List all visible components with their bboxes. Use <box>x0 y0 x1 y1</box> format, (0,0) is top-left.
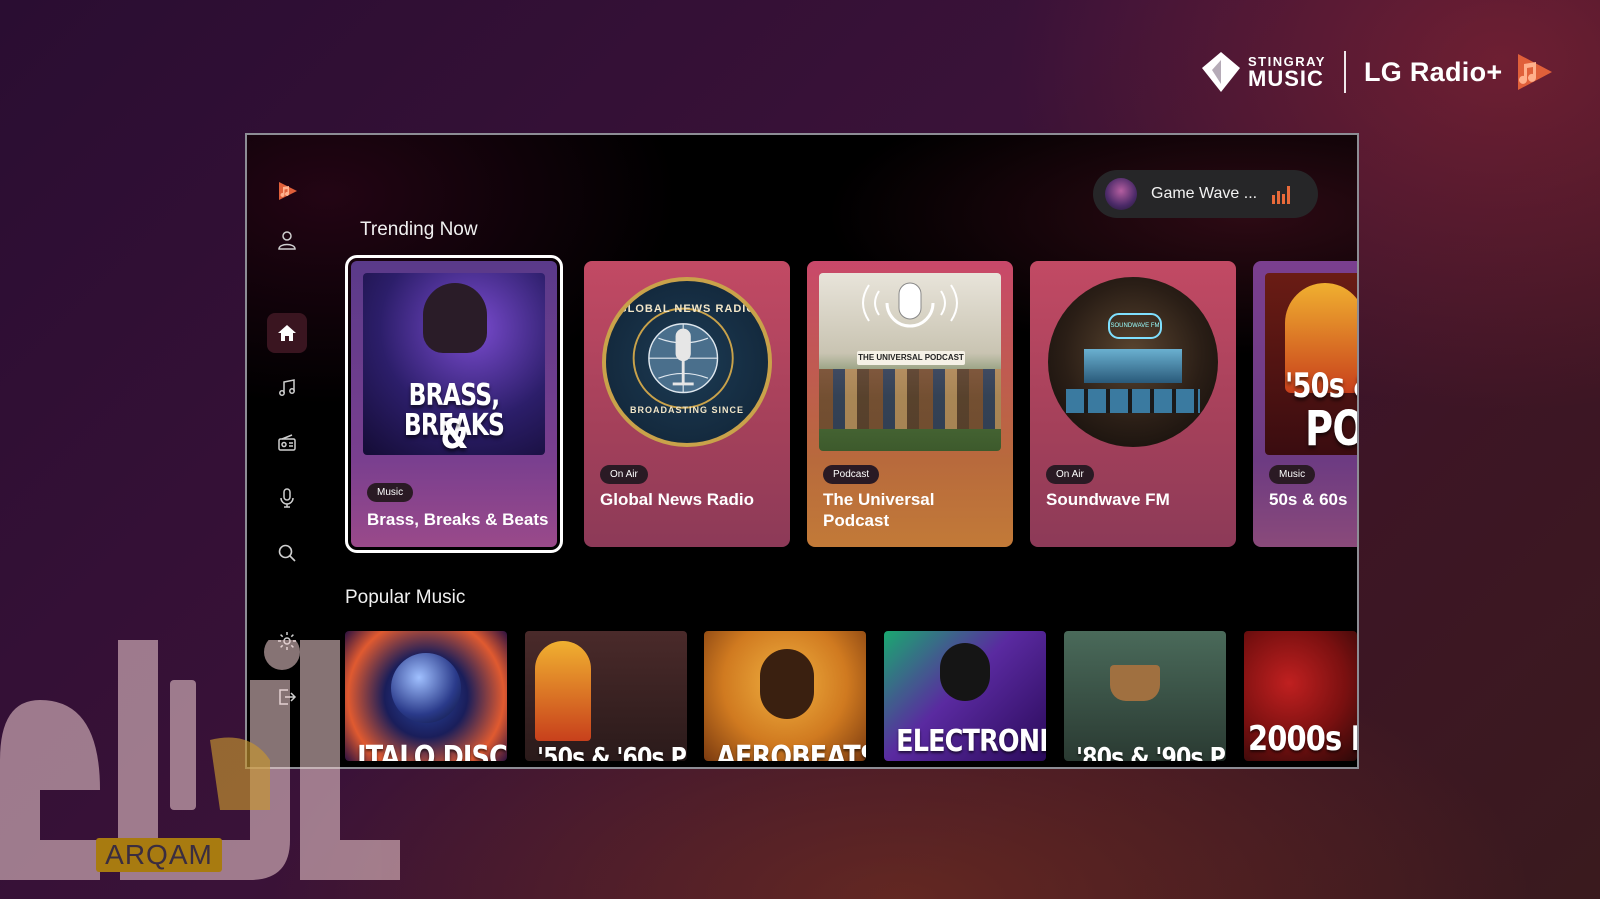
brand-header: STINGRAY MUSIC LG Radio+ <box>1200 48 1560 96</box>
sidebar-item-search[interactable] <box>267 533 307 573</box>
flower-basket <box>1110 665 1160 701</box>
popular-section-title: Popular Music <box>345 587 466 608</box>
card-title: 50s & 60s <box>1269 490 1348 509</box>
card-artwork: '50s & POP <box>1265 273 1357 455</box>
sidebar <box>247 135 327 767</box>
brand-divider <box>1343 51 1346 93</box>
lg-radio-logo-icon <box>1518 54 1553 90</box>
trending-card-soundwave-fm[interactable]: SOUNDWAVE FM On Air Soundwave FM <box>1030 261 1236 547</box>
popular-tile-label: '80s & '90s POP ERORDS <box>1076 743 1226 761</box>
dj-figure <box>423 283 487 353</box>
stingray-logo-icon <box>1202 52 1240 92</box>
card-art-line1: '50s & <box>1285 366 1357 406</box>
trending-section-title: Trending Now <box>360 219 478 240</box>
user-icon <box>278 231 296 250</box>
card-art-line2: POP <box>1305 401 1357 455</box>
popular-tile-label: ELECTRONIC <box>896 724 1046 759</box>
popular-tile-2000s-pop[interactable]: 2000s P <box>1244 631 1357 761</box>
trending-card-universal-podcast[interactable]: THE UNIVERSAL PODCAST Podcast The Univer… <box>807 261 1013 547</box>
sidebar-item-home[interactable] <box>267 313 307 353</box>
popular-tile-label: AFROBEATS <box>716 740 866 761</box>
trending-card-50s-60s[interactable]: '50s & POP Music 50s & 60s <box>1253 261 1357 547</box>
sidebar-item-settings[interactable] <box>267 621 307 661</box>
singer-figure <box>760 649 814 719</box>
tv-screen: Game Wave ... Trending Now BRASS, BREAKS… <box>245 133 1359 769</box>
popular-tile-label: '50s & '60s POP HIT <box>537 743 687 761</box>
microphone-icon <box>280 488 294 508</box>
popular-tile-50s-60s-pop-hits[interactable]: '50s & '60s POP HIT <box>525 631 687 761</box>
card-title: Global News Radio <box>600 490 754 509</box>
soundwave-neon-sign: SOUNDWAVE FM <box>1108 313 1162 339</box>
popular-tile-electronic[interactable]: ELECTRONIC <box>884 631 1046 761</box>
home-icon <box>278 325 296 341</box>
search-icon <box>278 544 296 562</box>
disco-ball <box>391 653 461 723</box>
now-playing-title: Game Wave ... <box>1151 185 1258 202</box>
app-name: LG Radio+ <box>1363 56 1503 87</box>
helmet-figure <box>940 643 990 701</box>
card-title: The Universal Podcast <box>823 490 935 530</box>
trending-card-global-news-radio[interactable]: GLOBAL NEWS RADIO BROADASTING SINCE On A… <box>584 261 790 547</box>
podcast-banner: THE UNIVERSAL PODCAST <box>857 351 965 365</box>
studio-window <box>1084 349 1182 383</box>
studio-console <box>1066 389 1200 413</box>
card-artwork: GLOBAL NEWS RADIO BROADASTING SINCE <box>602 277 772 447</box>
card-art-line2: & BEATS <box>440 412 468 455</box>
stingray-wordmark: STINGRAY MUSIC <box>1248 55 1326 90</box>
popular-tile-italo-disco[interactable]: ITALO DISCO <box>345 631 507 761</box>
card-title: Brass, Breaks & Beats <box>367 510 549 529</box>
card-tag: On Air <box>600 465 648 484</box>
sidebar-item-exit[interactable] <box>267 677 307 717</box>
arqam-watermark-text: ARQAM <box>105 839 213 870</box>
card-artwork: THE UNIVERSAL PODCAST <box>819 273 1001 451</box>
sidebar-item-podcasts[interactable] <box>267 478 307 518</box>
now-playing-thumbnail <box>1105 178 1137 210</box>
now-playing-pill[interactable]: Game Wave ... <box>1093 170 1318 218</box>
popular-tile-label: ITALO DISCO <box>357 740 507 761</box>
exit-icon <box>279 689 297 705</box>
trending-card-brass-breaks-beats[interactable]: BRASS, BREAKS & BEATS Music Brass, Break… <box>345 255 563 553</box>
jukebox-shape <box>535 641 591 741</box>
card-tag: On Air <box>1046 465 1094 484</box>
sidebar-item-radio[interactable] <box>267 423 307 463</box>
emblem-bottom-text: BROADASTING SINCE <box>629 405 744 415</box>
popular-tile-afrobeats[interactable]: AFROBEATS <box>704 631 866 761</box>
crowd-group <box>819 369 1001 429</box>
popular-tile-label: 2000s P <box>1248 719 1357 759</box>
app-logo-icon <box>279 182 297 200</box>
radio-icon <box>278 434 296 451</box>
arqam-watermark-badge: ARQAM <box>96 838 222 872</box>
card-title: Soundwave FM <box>1046 490 1170 509</box>
music-note-icon <box>279 379 295 396</box>
card-artwork: BRASS, BREAKS & BEATS <box>363 273 545 455</box>
card-tag: Podcast <box>823 465 880 484</box>
equalizer-icon <box>1272 186 1291 204</box>
card-artwork: SOUNDWAVE FM <box>1048 277 1218 447</box>
sidebar-item-profile[interactable] <box>267 220 307 260</box>
popular-tile-80s-90s-pop[interactable]: '80s & '90s POP ERORDS <box>1064 631 1226 761</box>
sidebar-item-logo[interactable] <box>267 171 307 211</box>
card-tag: Music <box>1269 465 1316 484</box>
stingray-bottom-text: MUSIC <box>1248 65 1324 91</box>
sidebar-item-music[interactable] <box>267 368 307 408</box>
card-tag: Music <box>367 483 414 502</box>
emblem-top-text: GLOBAL NEWS RADIO <box>618 303 756 315</box>
gear-icon <box>278 632 296 650</box>
podcast-microphone-icon <box>862 282 958 328</box>
